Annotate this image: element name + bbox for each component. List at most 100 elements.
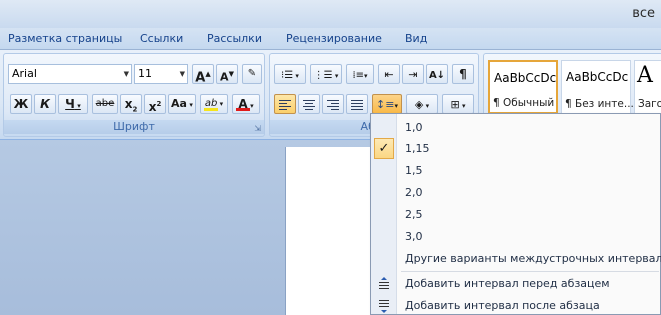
borders-icon: ⊞ (450, 98, 460, 111)
spacing-option-1-0[interactable]: 1,0 (371, 117, 660, 139)
spacing-option-label: 1,15 (405, 142, 430, 155)
style-name: ¶ Обычный (493, 97, 555, 109)
spacing-option-label: 1,0 (405, 121, 423, 134)
window-title: все (632, 6, 655, 21)
decrease-indent-icon: ⇤ (384, 68, 394, 81)
font-size-combo[interactable]: 11 ▼ (134, 64, 188, 84)
add-space-before-item[interactable]: Добавить интервал перед абзацем (371, 273, 660, 295)
shrink-font-icon: A (220, 70, 229, 84)
change-case-icon: Aa (171, 97, 187, 110)
tab-page-layout[interactable]: Разметка страницы (8, 32, 122, 45)
spacing-option-2-5[interactable]: 2,5 (371, 204, 660, 226)
tab-references[interactable]: Ссылки (140, 32, 183, 45)
line-spacing-button[interactable]: ↕≡▾ (372, 94, 402, 114)
chevron-down-icon[interactable]: ▼ (180, 65, 185, 83)
subscript-mark: 2 (132, 105, 138, 114)
add-space-before-label: Добавить интервал перед абзацем (405, 277, 610, 290)
more-spacing-options-label: Другие варианты междустрочных интервалов… (405, 252, 661, 265)
font-name-value: Arial (12, 67, 37, 80)
pilcrow-icon: ¶ (459, 67, 467, 81)
bullets-button[interactable]: ⁝☰ ▾ (274, 64, 306, 84)
highlight-button[interactable]: ab ▾ (200, 94, 228, 114)
tab-view[interactable]: Вид (405, 32, 427, 45)
bold-icon: Ж (13, 97, 29, 111)
justify-button[interactable] (346, 94, 368, 114)
spacing-option-label: 1,5 (405, 164, 423, 177)
superscript-mark: 2 (156, 100, 162, 108)
grow-font-button[interactable]: A▲ (192, 64, 214, 86)
align-left-icon (279, 98, 291, 112)
subscript-button[interactable]: x2 (120, 94, 142, 114)
style-heading[interactable]: A Заго (634, 60, 661, 114)
highlight-color-bar (204, 108, 218, 111)
style-name: Заго (638, 98, 661, 110)
strikethrough-button[interactable]: abe (92, 94, 118, 114)
style-sample: A (637, 63, 653, 88)
bullet-list-icon: ⁝☰ (281, 70, 294, 81)
font-group: Arial ▼ 11 ▼ A▲ A▼ ✎ Ж К Ч ▾ abe x2 x2 A… (3, 53, 265, 137)
multilevel-list-button[interactable]: ⁞≡▾ (346, 64, 374, 84)
style-no-spacing[interactable]: AaBbCcDc ¶ Без инте... (561, 60, 634, 114)
increase-indent-button[interactable]: ⇥ (402, 64, 424, 84)
tab-review[interactable]: Рецензирование (286, 32, 382, 45)
italic-button[interactable]: К (34, 94, 56, 114)
strikethrough-icon: abe (95, 98, 115, 109)
font-size-value: 11 (138, 67, 152, 80)
justify-icon (351, 98, 363, 112)
dialog-launcher-icon[interactable]: ⇲ (254, 124, 261, 133)
tab-mailings[interactable]: Рассылки (207, 32, 262, 45)
clear-formatting-button[interactable]: ✎ (242, 64, 262, 84)
bold-button[interactable]: Ж (10, 94, 32, 114)
spacing-option-1-15[interactable]: ✓ 1,15 (371, 138, 660, 160)
font-group-label: Шрифт (4, 120, 264, 134)
spacing-option-label: 3,0 (405, 230, 423, 243)
decrease-indent-button[interactable]: ⇤ (378, 64, 400, 84)
menu-separator (401, 271, 659, 272)
add-space-before-icon (377, 276, 391, 292)
eraser-icon: ✎ (247, 68, 257, 79)
superscript-button[interactable]: x2 (144, 94, 166, 114)
spacing-option-label: 2,5 (405, 208, 423, 221)
add-space-after-icon (377, 298, 391, 314)
line-spacing-icon: ↕≡ (376, 98, 395, 111)
numbered-list-icon: ⋮☰ (313, 70, 333, 81)
font-color-button[interactable]: A ▾ (232, 94, 260, 114)
ribbon-tabs: Разметка страницы Ссылки Рассылки Реценз… (0, 28, 661, 50)
grow-font-icon: A (195, 70, 206, 86)
add-space-after-label: Добавить интервал после абзаца (405, 299, 600, 312)
style-sample: AaBbCcDc (566, 70, 629, 84)
style-name: ¶ Без инте... (565, 98, 634, 110)
chevron-down-icon[interactable]: ▼ (124, 65, 129, 83)
style-normal[interactable]: AaBbCcDc ¶ Обычный (488, 60, 558, 114)
align-center-icon (303, 98, 315, 112)
italic-icon: К (40, 97, 50, 111)
show-marks-button[interactable]: ¶ (452, 64, 474, 84)
font-name-combo[interactable]: Arial ▼ (8, 64, 132, 84)
sort-button[interactable]: A↓ (426, 64, 448, 84)
borders-button[interactable]: ⊞ ▾ (442, 94, 474, 114)
shading-button[interactable]: ◈ ▾ (406, 94, 438, 114)
align-right-button[interactable] (322, 94, 344, 114)
shrink-font-button[interactable]: A▼ (216, 64, 238, 84)
font-color-bar (236, 108, 250, 111)
spacing-option-3-0[interactable]: 3,0 (371, 226, 660, 248)
more-spacing-options[interactable]: Другие варианты междустрочных интервалов… (371, 248, 661, 270)
style-sample: AaBbCcDc (494, 71, 557, 85)
sort-icon: A↓ (428, 70, 446, 81)
align-right-icon (327, 98, 339, 112)
underline-button[interactable]: Ч ▾ (58, 94, 88, 114)
multilevel-list-icon: ⁞≡ (352, 70, 365, 81)
check-icon: ✓ (374, 138, 394, 159)
numbering-button[interactable]: ⋮☰ ▾ (310, 64, 342, 84)
line-spacing-menu: 1,0 ✓ 1,15 1,5 2,0 2,5 3,0 Другие вариан… (370, 113, 661, 315)
underline-icon: Ч (65, 97, 75, 111)
change-case-button[interactable]: Aa ▾ (168, 94, 196, 114)
spacing-option-label: 2,0 (405, 186, 423, 199)
add-space-after-item[interactable]: Добавить интервал после абзаца (371, 295, 660, 315)
increase-indent-icon: ⇥ (408, 68, 418, 81)
title-bar: все (0, 0, 661, 28)
spacing-option-2-0[interactable]: 2,0 (371, 182, 660, 204)
align-left-button[interactable] (274, 94, 296, 114)
align-center-button[interactable] (298, 94, 320, 114)
spacing-option-1-5[interactable]: 1,5 (371, 160, 660, 182)
